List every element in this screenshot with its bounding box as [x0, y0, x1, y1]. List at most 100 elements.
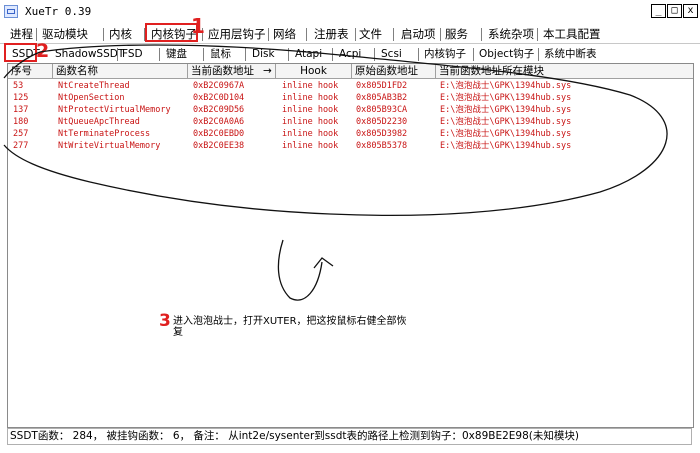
cell-index: 180 — [13, 117, 29, 127]
minimize-button[interactable]: _ — [651, 4, 666, 18]
tab-separator — [537, 28, 538, 41]
cell-hook: inline hook — [282, 117, 339, 127]
table-row[interactable]: 257 NtTerminateProcess 0xB2C0EBD0 inline… — [8, 129, 693, 140]
subtab-atapi[interactable]: Atapi — [293, 45, 324, 63]
maximize-button[interactable]: □ — [667, 4, 682, 18]
cell-original-address: 0x805AB3B2 — [356, 93, 408, 103]
cell-original-address: 0x805B93CA — [356, 105, 408, 115]
tab-network[interactable]: 网络 — [271, 25, 298, 43]
highlight-box-ssdt — [4, 43, 37, 62]
tab-separator — [159, 48, 160, 61]
tab-divider — [0, 43, 700, 44]
tab-services[interactable]: 服务 — [443, 25, 470, 43]
ssdt-table: 序号 函数名称 当前函数地址 → Hook 原始函数地址 当前函数地址所在模块 … — [7, 63, 694, 428]
cell-index: 53 — [13, 81, 24, 91]
subtab-keyboard[interactable]: 键盘 — [164, 45, 189, 63]
app-icon — [4, 5, 18, 18]
title-bar: XueTr 0.39 _ □ x — [0, 0, 700, 24]
cell-hook: inline hook — [282, 141, 339, 151]
tab-startup[interactable]: 启动项 — [399, 25, 438, 43]
tab-separator — [538, 48, 539, 61]
table-header: 序号 函数名称 当前函数地址 → Hook 原始函数地址 当前函数地址所在模块 — [8, 64, 693, 79]
cell-function-name: NtOpenSection — [58, 93, 125, 103]
tab-kernel[interactable]: 内核 — [107, 25, 134, 43]
tab-files[interactable]: 文件 — [357, 25, 384, 43]
cell-current-address: 0xB2C0D104 — [193, 93, 245, 103]
subtab-object-hooks[interactable]: Object钩子 — [477, 45, 536, 63]
close-button[interactable]: x — [683, 4, 698, 18]
cell-module: E:\泡泡战士\GPK\1394hub.sys — [440, 105, 572, 115]
tab-separator — [288, 48, 289, 61]
column-function-name[interactable]: 函数名称 — [53, 64, 188, 78]
status-bar: SSDT函数： 284， 被挂钩函数： 6， 备注： 从int2e/sysent… — [7, 428, 692, 445]
cell-module: E:\泡泡战士\GPK\1394hub.sys — [440, 93, 572, 103]
subtab-mouse[interactable]: 鼠标 — [208, 45, 233, 63]
cell-current-address: 0xB2C0EBD0 — [193, 129, 245, 139]
sort-arrow-icon: → — [263, 64, 276, 78]
cell-current-address: 0xB2C0EE38 — [193, 141, 245, 151]
step-number-2: 2 — [36, 40, 50, 62]
step-number-1: 1 — [191, 14, 205, 38]
table-row[interactable]: 53 NtCreateThread 0xB2C0967A inline hook… — [8, 81, 693, 92]
tab-separator — [245, 48, 246, 61]
cell-module: E:\泡泡战士\GPK\1394hub.sys — [440, 117, 572, 127]
cell-current-address: 0xB2C0A0A6 — [193, 117, 245, 127]
tab-separator — [355, 28, 356, 41]
table-row[interactable]: 180 NtQueueApcThread 0xB2C0A0A6 inline h… — [8, 117, 693, 128]
cell-function-name: NtWriteVirtualMemory — [58, 141, 161, 151]
tab-app-hooks[interactable]: 应用层钩子 — [206, 25, 268, 43]
cell-module: E:\泡泡战士\GPK\1394hub.sys — [440, 129, 572, 139]
cell-index: 277 — [13, 141, 29, 151]
tab-registry[interactable]: 注册表 — [312, 25, 351, 43]
cell-original-address: 0x805D2230 — [356, 117, 408, 127]
cell-current-address: 0xB2C0967A — [193, 81, 245, 91]
tab-separator — [306, 28, 307, 41]
table-row[interactable]: 137 NtProtectVirtualMemory 0xB2C09D56 in… — [8, 105, 693, 116]
column-module[interactable]: 当前函数地址所在模块 — [436, 64, 693, 78]
tab-separator — [203, 48, 204, 61]
cell-hook: inline hook — [282, 93, 339, 103]
sub-tab-bar: SSDT ShadowSSDT FSD 键盘 鼠标 Disk Atapi Acp… — [0, 45, 700, 63]
column-index[interactable]: 序号 — [8, 64, 53, 78]
cell-index: 137 — [13, 105, 29, 115]
tab-system-misc[interactable]: 系统杂项 — [486, 25, 536, 43]
tab-separator — [374, 48, 375, 61]
cell-module: E:\泡泡战士\GPK\1394hub.sys — [440, 141, 572, 151]
tab-separator — [103, 28, 104, 41]
table-row[interactable]: 125 NtOpenSection 0xB2C0D104 inline hook… — [8, 93, 693, 104]
table-row[interactable]: 277 NtWriteVirtualMemory 0xB2C0EE38 inli… — [8, 141, 693, 152]
column-original-address[interactable]: 原始函数地址 — [352, 64, 436, 78]
cell-function-name: NtProtectVirtualMemory — [58, 105, 171, 115]
cell-function-name: NtCreateThread — [58, 81, 130, 91]
main-tab-bar: 进程 驱动模块 内核 内核钩子 应用层钩子 网络 注册表 文件 启动项 服务 系… — [0, 25, 700, 43]
tab-separator — [332, 48, 333, 61]
cell-index: 257 — [13, 129, 29, 139]
column-hook[interactable]: Hook — [276, 64, 352, 78]
cell-function-name: NtTerminateProcess — [58, 129, 151, 139]
cell-original-address: 0x805D1FD2 — [356, 81, 408, 91]
subtab-scsi[interactable]: Scsi — [379, 45, 404, 63]
subtab-kernel-hooks[interactable]: 内核钩子 — [422, 45, 468, 63]
cell-function-name: NtQueueApcThread — [58, 117, 140, 127]
tab-process[interactable]: 进程 — [8, 25, 35, 43]
cell-index: 125 — [13, 93, 29, 103]
subtab-interrupt-table[interactable]: 系统中断表 — [542, 45, 599, 63]
tab-separator — [473, 48, 474, 61]
tab-separator — [481, 28, 482, 41]
subtab-acpi[interactable]: Acpi — [337, 45, 363, 63]
instruction-note: 进入泡泡战士，打开XUTER，把这按鼠标右健全部恢复 — [173, 316, 407, 338]
subtab-fsd[interactable]: FSD — [120, 45, 145, 63]
cell-hook: inline hook — [282, 105, 339, 115]
cell-current-address: 0xB2C09D56 — [193, 105, 245, 115]
subtab-disk[interactable]: Disk — [250, 45, 277, 63]
tab-separator — [418, 48, 419, 61]
window-title: XueTr 0.39 — [25, 5, 92, 18]
cell-hook: inline hook — [282, 129, 339, 139]
tab-tool-config[interactable]: 本工具配置 — [541, 25, 603, 43]
subtab-shadow-ssdt[interactable]: ShadowSSDT — [53, 45, 126, 63]
tab-separator — [440, 28, 441, 41]
tab-separator — [268, 28, 269, 41]
tab-separator — [393, 28, 394, 41]
tab-separator — [117, 48, 118, 61]
step-number-3: 3 — [159, 311, 171, 331]
